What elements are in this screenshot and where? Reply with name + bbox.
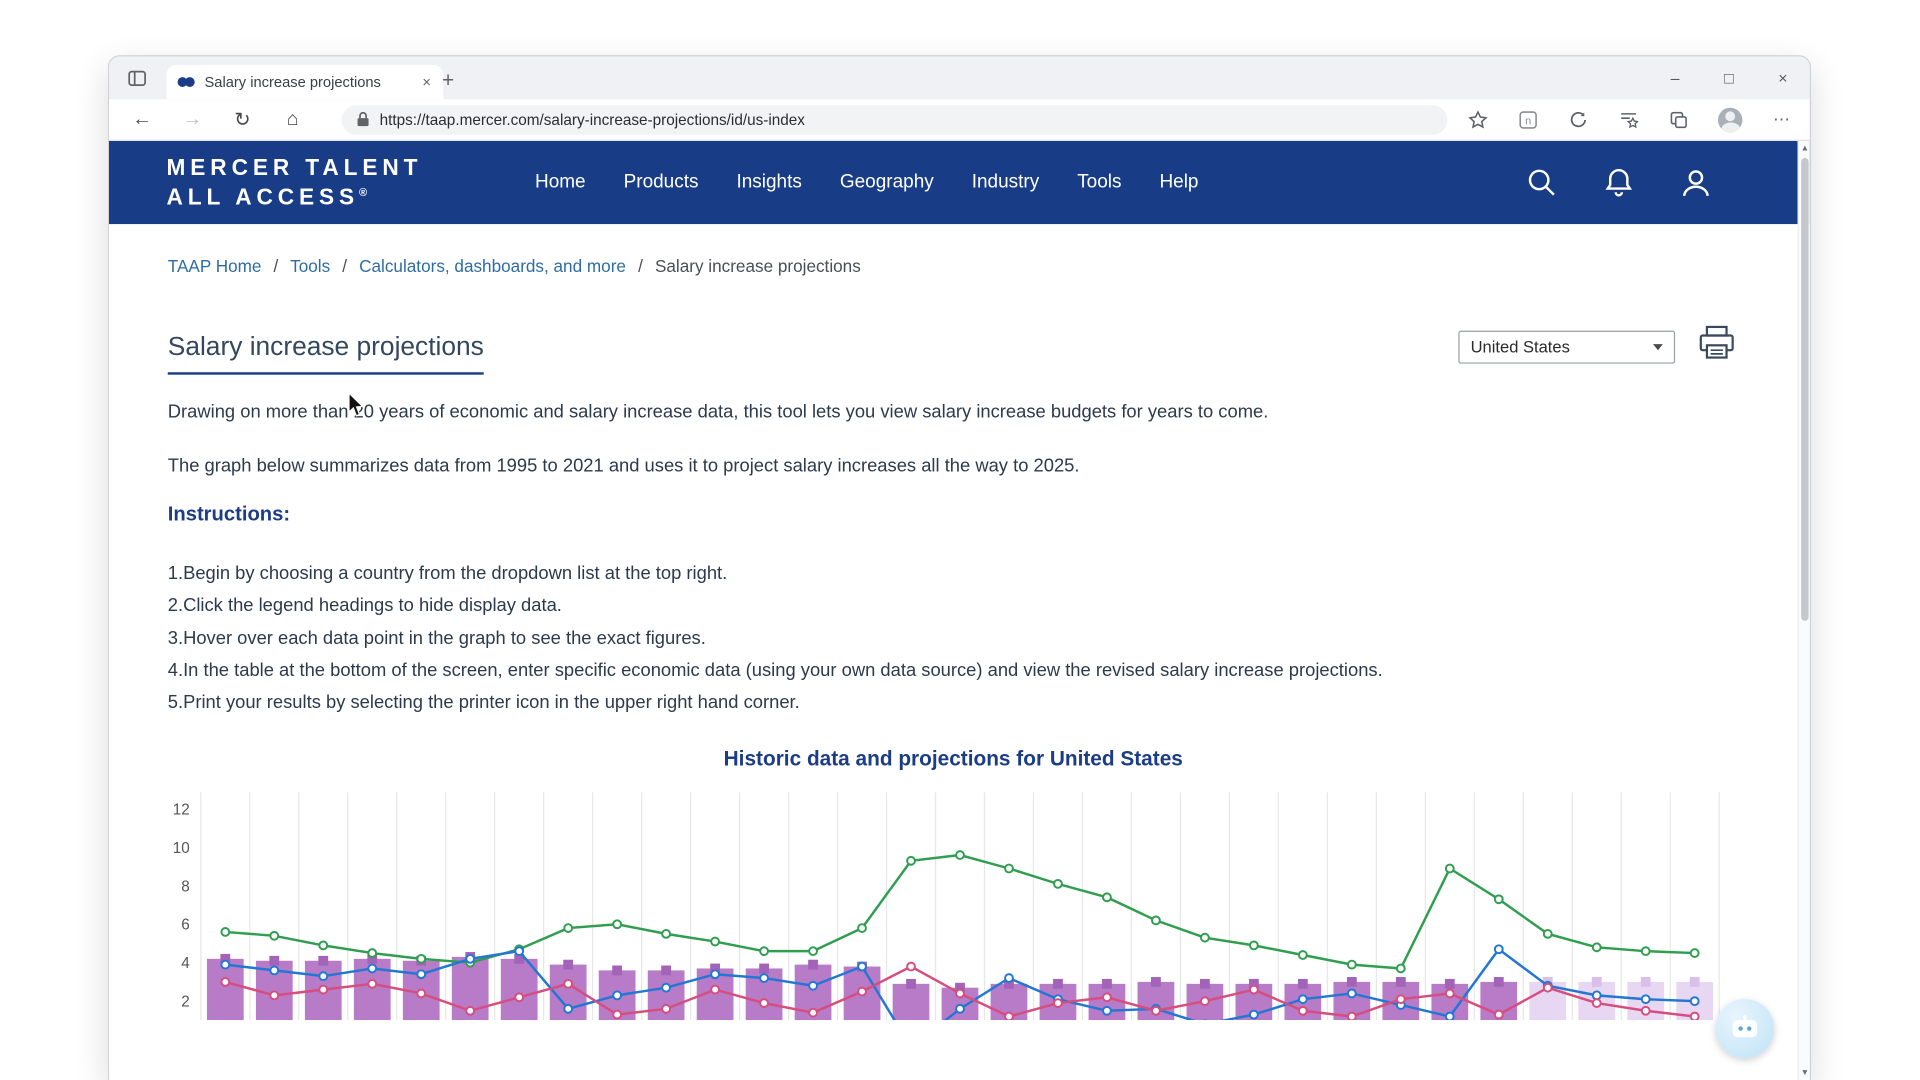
country-select-value: United States bbox=[1471, 338, 1570, 356]
extension-n-icon[interactable]: n bbox=[1517, 108, 1539, 130]
close-icon[interactable]: × bbox=[1756, 56, 1810, 99]
nav-item-products[interactable]: Products bbox=[624, 171, 699, 193]
settings-more-icon[interactable]: ⋯ bbox=[1771, 108, 1793, 130]
window-controls: – □ × bbox=[1648, 56, 1810, 99]
breadcrumb-link-tools[interactable]: Tools bbox=[290, 256, 330, 276]
breadcrumb-separator: / bbox=[342, 256, 347, 276]
forward-icon[interactable]: → bbox=[176, 108, 208, 130]
header-icon-group bbox=[1526, 167, 1712, 199]
nav-item-industry[interactable]: Industry bbox=[972, 171, 1040, 193]
instructions-list: 1.Begin by choosing a country from the d… bbox=[168, 558, 1383, 719]
nav-item-help[interactable]: Help bbox=[1159, 171, 1198, 193]
browser-essentials-icon[interactable] bbox=[1668, 108, 1690, 130]
instruction-item: 5.Print your results by selecting the pr… bbox=[168, 687, 1383, 719]
reload-icon[interactable]: ↻ bbox=[227, 107, 259, 131]
scroll-down-icon[interactable]: ▼ bbox=[1799, 1069, 1810, 1078]
instruction-item: 1.Begin by choosing a country from the d… bbox=[168, 558, 1383, 590]
logo-line1: MERCER TALENT bbox=[167, 155, 423, 181]
account-person-icon[interactable] bbox=[1680, 167, 1712, 199]
browser-profile-avatar[interactable] bbox=[1718, 107, 1742, 131]
mercer-favicon bbox=[176, 75, 196, 90]
mercer-taap-logo[interactable]: MERCER TALENT ALL ACCESS® bbox=[167, 155, 423, 210]
home-icon[interactable]: ⌂ bbox=[277, 108, 309, 130]
lock-icon bbox=[356, 111, 369, 127]
chat-assistant-button[interactable] bbox=[1716, 999, 1775, 1058]
address-bar[interactable]: https://taap.mercer.com/salary-increase-… bbox=[342, 105, 1448, 134]
url-text: https://taap.mercer.com/salary-increase-… bbox=[380, 111, 805, 128]
logo-registered-mark: ® bbox=[359, 187, 367, 199]
salary-projection-chart[interactable]: 2 4 6 8 10 12 bbox=[160, 792, 1727, 1020]
breadcrumb-current: Salary increase projections bbox=[655, 256, 861, 276]
site-header: MERCER TALENT ALL ACCESS® Home Products … bbox=[109, 141, 1810, 224]
browser-tab-active[interactable]: Salary increase projections × bbox=[167, 65, 444, 99]
svg-text:2: 2 bbox=[181, 994, 190, 1011]
maximize-icon[interactable]: □ bbox=[1702, 56, 1756, 99]
breadcrumb-link-calculators[interactable]: Calculators, dashboards, and more bbox=[359, 256, 626, 276]
tab-close-icon[interactable]: × bbox=[420, 73, 433, 90]
svg-text:10: 10 bbox=[173, 840, 190, 857]
chat-bot-icon bbox=[1730, 1015, 1759, 1042]
page-viewport: MERCER TALENT ALL ACCESS® Home Products … bbox=[109, 141, 1810, 1080]
tab-actions-button[interactable] bbox=[125, 66, 149, 90]
tab-title: Salary increase projections bbox=[204, 73, 411, 90]
main-menu: Home Products Insights Geography Industr… bbox=[535, 171, 1199, 193]
intro-paragraph-2: The graph below summarizes data from 199… bbox=[168, 456, 1080, 477]
chart-title: Historic data and projections for United… bbox=[109, 747, 1798, 771]
svg-text:12: 12 bbox=[173, 801, 190, 818]
collections-icon[interactable] bbox=[1618, 108, 1640, 130]
breadcrumb-link-taap-home[interactable]: TAAP Home bbox=[168, 256, 262, 276]
scroll-up-icon[interactable]: ▲ bbox=[1799, 144, 1810, 153]
tab-layout-icon bbox=[127, 69, 147, 89]
breadcrumb: TAAP Home / Tools / Calculators, dashboa… bbox=[168, 256, 861, 276]
nav-item-home[interactable]: Home bbox=[535, 171, 586, 193]
search-icon[interactable] bbox=[1526, 167, 1558, 199]
intro-paragraph-1: Drawing on more than 20 years of economi… bbox=[168, 402, 1269, 423]
print-button[interactable] bbox=[1697, 324, 1736, 361]
breadcrumb-separator: / bbox=[638, 256, 643, 276]
nav-item-geography[interactable]: Geography bbox=[840, 171, 934, 193]
instructions-heading: Instructions: bbox=[168, 503, 290, 526]
back-icon[interactable]: ← bbox=[126, 108, 158, 130]
sync-extension-icon[interactable] bbox=[1567, 108, 1589, 130]
nav-item-tools[interactable]: Tools bbox=[1077, 171, 1121, 193]
svg-text:n: n bbox=[1525, 115, 1531, 127]
new-tab-button[interactable]: + bbox=[442, 67, 454, 94]
screen: Salary increase projections × + – □ × ← … bbox=[0, 0, 1920, 1080]
page-title: Salary increase projections bbox=[168, 332, 484, 375]
logo-line2: ALL ACCESS bbox=[167, 184, 359, 210]
browser-window: Salary increase projections × + – □ × ← … bbox=[108, 55, 1811, 1080]
notifications-bell-icon[interactable] bbox=[1604, 167, 1633, 199]
toolbar-icon-group: n ⋯ bbox=[1467, 107, 1793, 131]
scrollbar-thumb[interactable] bbox=[1801, 158, 1808, 621]
svg-text:6: 6 bbox=[181, 917, 190, 934]
browser-tabstrip: Salary increase projections × + – □ × bbox=[109, 56, 1810, 99]
country-select[interactable]: United States bbox=[1458, 331, 1675, 364]
svg-text:4: 4 bbox=[181, 955, 190, 972]
breadcrumb-separator: / bbox=[274, 256, 279, 276]
page-scrollbar[interactable]: ▲ ▼ bbox=[1798, 141, 1810, 1080]
instruction-item: 3.Hover over each data point in the grap… bbox=[168, 623, 1383, 655]
minimize-icon[interactable]: – bbox=[1648, 56, 1702, 99]
nav-item-insights[interactable]: Insights bbox=[736, 171, 801, 193]
instruction-item: 4.In the table at the bottom of the scre… bbox=[168, 655, 1383, 687]
favorites-star-icon[interactable] bbox=[1467, 108, 1489, 130]
chevron-down-icon bbox=[1653, 344, 1663, 350]
svg-text:8: 8 bbox=[181, 878, 190, 895]
browser-toolbar: ← → ↻ ⌂ https://taap.mercer.com/salary-i… bbox=[109, 99, 1810, 141]
instruction-item: 2.Click the legend headings to hide disp… bbox=[168, 591, 1383, 623]
